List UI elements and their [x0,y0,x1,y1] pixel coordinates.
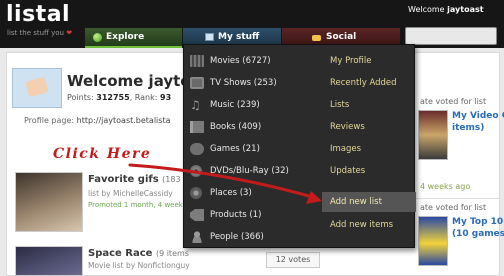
welcome-prefix: Welcome [408,5,445,14]
activity-list-link[interactable]: My Video C [452,111,504,121]
menu-item-label: Movies (6727) [210,56,271,66]
gamepad-icon [190,143,204,155]
menu-item-products[interactable]: Products (1) [184,205,322,225]
music-icon [190,99,204,111]
divider [416,198,500,199]
menu-item-label: Music (239) [210,100,260,110]
tab-my-stuff-label: My stuff [218,32,260,42]
menu-link-my-profile[interactable]: My Profile [322,51,416,71]
list-thumbnail[interactable] [15,172,83,232]
menu-link-add-new-items[interactable]: Add new items [322,215,416,235]
click-here-annotation: Click Here [53,146,152,162]
my-stuff-dropdown: Movies (6727) TV Shows (253) Music (239)… [183,44,416,248]
menu-item-places[interactable]: Places (3) [184,183,322,203]
activity-text: ate voted for list [420,203,487,212]
person-icon [190,231,204,243]
menu-item-label: Books (409) [210,122,262,132]
activity-list-link[interactable]: items) [452,123,484,133]
list-item-title[interactable]: Favorite gifs (183 ite [88,174,193,185]
list-thumbnail[interactable] [418,216,448,266]
menu-item-music[interactable]: Music (239) [184,95,322,115]
site-logo[interactable]: listal [6,2,70,28]
menu-item-tv-shows[interactable]: TV Shows (253) [184,73,322,93]
list-byline: Movie list by Nonfictionguy [88,261,190,270]
search-input[interactable] [405,27,497,45]
list-count: (9 items [155,249,189,258]
list-title-text[interactable]: Favorite gifs [88,174,159,185]
tag-icon [190,209,204,221]
folder-icon [205,33,214,41]
list-thumbnail[interactable] [15,246,83,276]
activity-list-link[interactable]: (10 games [452,229,504,239]
menu-link-images[interactable]: Images [322,139,416,159]
tab-explore-label: Explore [106,32,145,42]
menu-link-recently-added[interactable]: Recently Added [322,73,416,93]
menu-item-dvds[interactable]: DVDs/Blu-Ray (32) [184,161,322,181]
menu-item-label: Games (21) [210,144,260,154]
menu-item-label: Products (1) [210,210,262,220]
place-icon [190,187,202,199]
points-label: Points: [67,93,94,102]
welcome-text: Welcome jaytoast [408,5,484,14]
votes-button[interactable]: 12 votes [266,252,320,268]
globe-icon [93,32,102,42]
tab-explore[interactable]: Explore [85,28,182,48]
activity-text: ate voted for list [420,97,487,106]
list-thumbnail[interactable] [418,110,448,160]
disc-icon [190,165,202,177]
menu-link-updates[interactable]: Updates [322,161,416,181]
book-icon [190,121,204,133]
list-item-title[interactable]: Space Race (9 items [88,248,189,259]
activity-list-link[interactable]: My Top 10 [452,217,503,227]
timestamp: 4 weeks ago [420,182,471,191]
menu-item-books[interactable]: Books (409) [184,117,322,137]
menu-item-label: People (366) [210,232,264,242]
menu-item-label: Places (3) [210,188,252,198]
profile-page: Profile page: http://jaytoast.betalista [24,116,170,125]
profile-url-link[interactable]: http://jaytoast.betalista [77,116,171,125]
rank-label: , Rank: [129,93,158,102]
username-link[interactable]: jaytoast [447,5,483,14]
tab-social-label: Social [326,32,357,42]
menu-item-label: DVDs/Blu-Ray (32) [210,166,289,176]
tv-icon [190,77,204,89]
menu-item-games[interactable]: Games (21) [184,139,322,159]
points-value: 312755 [96,93,130,102]
menu-link-lists[interactable]: Lists [322,95,416,115]
avatar[interactable] [12,68,62,108]
list-byline: list by MichelleCassidy [88,189,173,198]
profile-stats: Points: 312755, Rank: 93 [67,93,171,102]
profile-page-label: Profile page: [24,116,75,125]
film-icon [190,55,204,67]
menu-item-label: TV Shows (253) [210,78,277,88]
menu-link-reviews[interactable]: Reviews [322,117,416,137]
menu-link-add-new-list[interactable]: Add new list [322,192,416,212]
list-title-text[interactable]: Space Race [88,248,152,259]
menu-item-people[interactable]: People (366) [184,227,322,247]
people-icon [312,33,322,42]
menu-item-movies[interactable]: Movies (6727) [184,51,322,71]
rank-value: 93 [160,93,172,102]
